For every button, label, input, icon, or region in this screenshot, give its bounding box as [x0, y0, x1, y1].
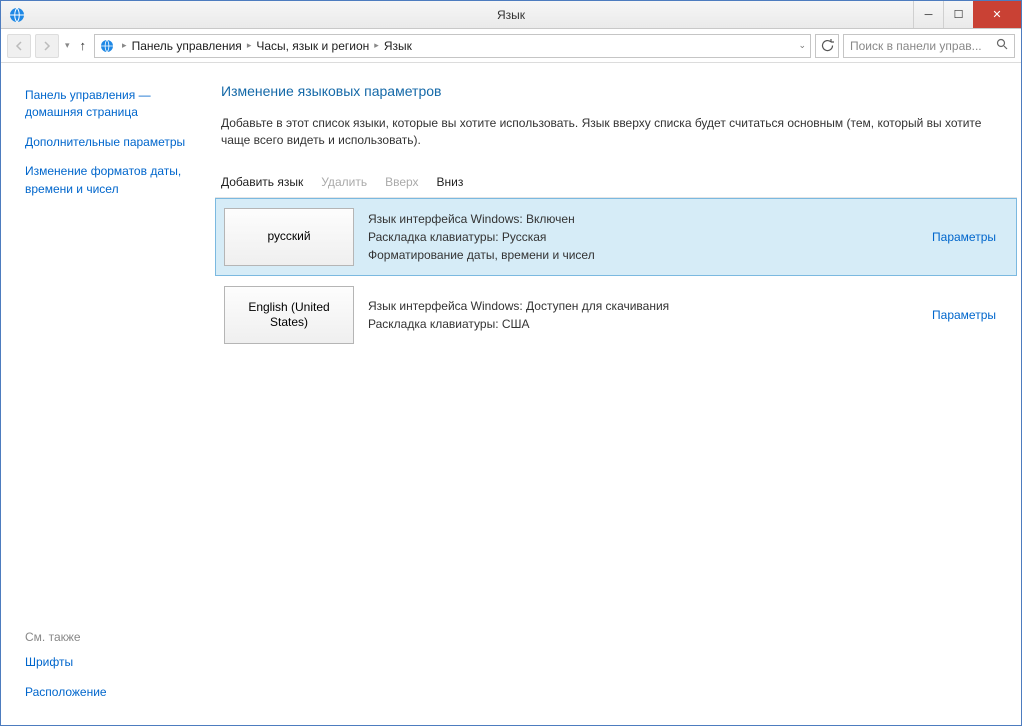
detail-line: Форматирование даты, времени и чисел [368, 246, 932, 264]
history-dropdown-icon[interactable]: ▾ [63, 40, 72, 51]
detail-line: Раскладка клавиатуры: США [368, 315, 932, 333]
language-list: русский Язык интерфейса Windows: Включен… [215, 198, 1017, 354]
language-tile[interactable]: русский [224, 208, 354, 266]
search-icon [996, 38, 1008, 53]
breadcrumb-dropdown-icon[interactable]: ⌄ [798, 40, 806, 51]
move-up-button[interactable]: Вверх [385, 175, 418, 189]
sidebar-item-fonts[interactable]: Шрифты [25, 654, 199, 671]
options-link[interactable]: Параметры [932, 308, 1006, 322]
add-language-button[interactable]: Добавить язык [221, 175, 303, 189]
breadcrumb[interactable]: ▸ Панель управления ▸ Часы, язык и регио… [94, 34, 811, 58]
page-description: Добавьте в этот список языки, которые вы… [215, 115, 1017, 149]
chevron-right-icon: ▸ [374, 40, 379, 51]
sidebar-item-location[interactable]: Расположение [25, 684, 199, 701]
chevron-right-icon: ▸ [122, 40, 127, 51]
up-button[interactable]: ↑ [76, 38, 91, 53]
refresh-button[interactable] [815, 34, 839, 58]
search-placeholder: Поиск в панели управ... [850, 39, 982, 53]
detail-line: Язык интерфейса Windows: Включен [368, 210, 932, 228]
close-button[interactable]: ✕ [973, 1, 1021, 28]
detail-line: Раскладка клавиатуры: Русская [368, 228, 932, 246]
see-also-label: См. также [25, 630, 199, 644]
toolbar: Добавить язык Удалить Вверх Вниз [215, 169, 1017, 198]
main-panel: Изменение языковых параметров Добавьте в… [211, 63, 1021, 725]
minimize-button[interactable]: ─ [913, 1, 943, 28]
sidebar: Панель управления — домашняя страница До… [1, 63, 211, 725]
titlebar: Язык ─ ☐ ✕ [1, 1, 1021, 29]
sidebar-item-formats[interactable]: Изменение форматов даты, времени и чисел [25, 163, 199, 198]
options-link[interactable]: Параметры [932, 230, 1006, 244]
language-row[interactable]: English (United States) Язык интерфейса … [215, 276, 1017, 354]
chevron-right-icon: ▸ [247, 40, 252, 51]
language-tile[interactable]: English (United States) [224, 286, 354, 344]
breadcrumb-item[interactable]: Язык [384, 39, 412, 53]
language-details: Язык интерфейса Windows: Включен Расклад… [354, 210, 932, 264]
breadcrumb-item[interactable]: Панель управления [132, 39, 242, 53]
navbar: ▾ ↑ ▸ Панель управления ▸ Часы, язык и р… [1, 29, 1021, 63]
window-title: Язык [497, 8, 525, 22]
location-icon [99, 38, 115, 54]
language-details: Язык интерфейса Windows: Доступен для ск… [354, 297, 932, 333]
back-button[interactable] [7, 34, 31, 58]
move-down-button[interactable]: Вниз [437, 175, 464, 189]
maximize-button[interactable]: ☐ [943, 1, 973, 28]
page-title: Изменение языковых параметров [215, 83, 1017, 99]
sidebar-item-home[interactable]: Панель управления — домашняя страница [25, 87, 199, 122]
remove-button[interactable]: Удалить [321, 175, 367, 189]
search-input[interactable]: Поиск в панели управ... [843, 34, 1015, 58]
forward-button[interactable] [35, 34, 59, 58]
breadcrumb-item[interactable]: Часы, язык и регион [256, 39, 369, 53]
language-row[interactable]: русский Язык интерфейса Windows: Включен… [215, 198, 1017, 276]
language-app-icon [9, 7, 25, 23]
sidebar-item-advanced[interactable]: Дополнительные параметры [25, 134, 199, 151]
detail-line: Язык интерфейса Windows: Доступен для ск… [368, 297, 932, 315]
